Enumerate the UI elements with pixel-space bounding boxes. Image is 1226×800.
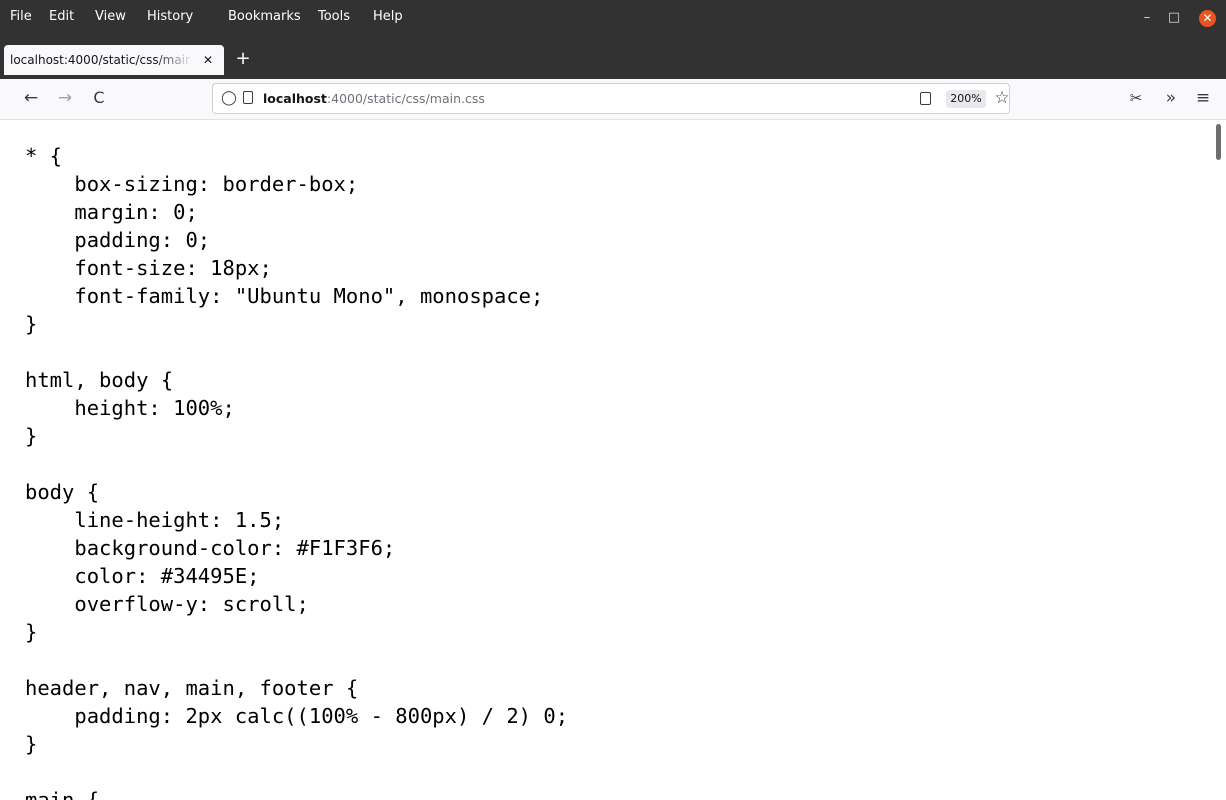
scrollbar-thumb[interactable] xyxy=(1216,124,1221,160)
menu-bookmarks[interactable]: Bookmarks xyxy=(228,9,301,25)
bookmark-star-icon[interactable]: ☆ xyxy=(992,88,1012,108)
menu-edit[interactable]: Edit xyxy=(49,9,74,25)
close-window-button[interactable]: ✕ xyxy=(1199,10,1216,27)
zoom-level-badge[interactable]: 200% xyxy=(946,90,986,108)
tracking-shield-icon[interactable]: ◯ xyxy=(221,89,237,107)
menu-file[interactable]: File xyxy=(10,9,32,25)
url-text[interactable]: localhost:4000/static/css/main.css xyxy=(263,90,485,108)
page-info-icon[interactable] xyxy=(243,91,253,104)
navigation-toolbar: ← → C ◯ localhost:4000/static/css/main.c… xyxy=(0,79,1226,120)
page-content: * { box-sizing: border-box; margin: 0; p… xyxy=(0,120,1212,800)
menu-help[interactable]: Help xyxy=(373,9,403,25)
minimize-button[interactable]: – xyxy=(1138,9,1156,27)
new-tab-button[interactable]: + xyxy=(232,48,254,70)
maximize-button[interactable]: □ xyxy=(1165,9,1183,27)
tab-close-icon[interactable]: ✕ xyxy=(199,51,217,69)
forward-button[interactable]: → xyxy=(52,85,78,111)
css-source-text: * { box-sizing: border-box; margin: 0; p… xyxy=(25,144,569,800)
tab-active[interactable]: localhost:4000/static/css/main.css ✕ xyxy=(4,45,224,75)
back-button[interactable]: ← xyxy=(18,85,44,111)
reader-view-icon[interactable] xyxy=(920,92,931,105)
app-menu-icon[interactable]: ≡ xyxy=(1190,85,1216,111)
url-path: :4000/static/css/main.css xyxy=(326,91,485,106)
url-host: localhost xyxy=(263,91,327,106)
reload-button[interactable]: C xyxy=(86,85,112,111)
overflow-menu-icon[interactable]: » xyxy=(1158,85,1184,111)
menu-history[interactable]: History xyxy=(147,9,193,25)
menu-view[interactable]: View xyxy=(95,9,126,25)
vertical-scrollbar[interactable] xyxy=(1212,120,1226,800)
url-bar[interactable]: ◯ localhost:4000/static/css/main.css 200… xyxy=(212,83,1010,114)
menu-bar: File Edit View History Bookmarks Tools H… xyxy=(0,0,1226,36)
extension-icon[interactable]: ✂ xyxy=(1123,85,1149,111)
tab-title-fade xyxy=(154,45,194,75)
menu-tools[interactable]: Tools xyxy=(318,9,350,25)
